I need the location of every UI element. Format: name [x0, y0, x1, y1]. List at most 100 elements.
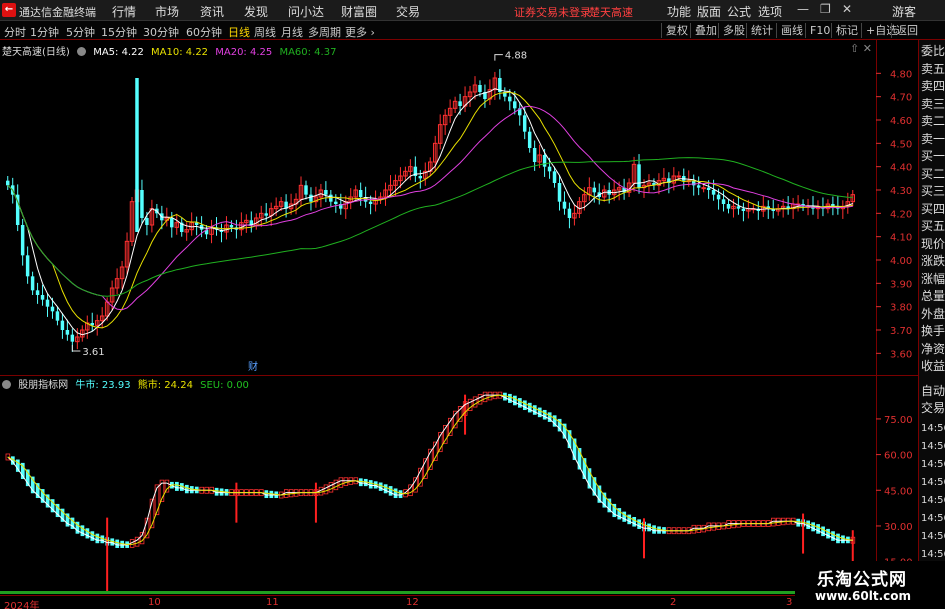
quote-item[interactable]: 卖四	[921, 79, 945, 93]
trade-item[interactable]: 交易	[921, 401, 945, 415]
bull-line	[7, 394, 853, 546]
quote-item[interactable]: 卖三	[921, 97, 945, 111]
bear-bar	[637, 519, 642, 529]
time-item: 14:56	[921, 459, 945, 470]
quote-item[interactable]: 涨幅	[921, 272, 945, 286]
quote-item[interactable]: 买二	[921, 167, 945, 181]
x-tick-oct: 10	[148, 597, 161, 608]
sub-tick-label: 45.00	[884, 486, 913, 497]
candle-down	[552, 171, 557, 183]
period-more-label: 更多	[345, 26, 367, 39]
adjust-button[interactable]: 复权	[661, 23, 688, 38]
quote-item[interactable]: 卖五	[921, 62, 945, 76]
candle-down	[50, 306, 55, 312]
period-daily[interactable]: 日线	[228, 24, 250, 40]
quote-item[interactable]: 总量	[921, 289, 945, 303]
price-tick-label: 3.70	[890, 326, 912, 337]
menu-wealth[interactable]: 财富圈	[341, 3, 377, 20]
menu-market[interactable]: 市场	[155, 3, 179, 20]
period-5min[interactable]: 5分钟	[66, 24, 95, 40]
bear-bar	[622, 511, 627, 522]
f10-button[interactable]: F10	[805, 23, 830, 38]
quote-item[interactable]: 卖一	[921, 132, 945, 146]
bear-bar	[513, 395, 517, 406]
trade-login-warning[interactable]: 证券交易未登录	[514, 4, 591, 20]
multi-stock-button[interactable]: 多股	[718, 23, 745, 38]
ma60-line	[7, 157, 853, 297]
period-weekly[interactable]: 周线	[254, 24, 276, 40]
quote-side-panel: 委比卖五卖四卖三卖二卖一买一买二买三买四买五现价涨跌涨幅总量外盘换手净资收益自动…	[918, 40, 945, 609]
draw-line-button[interactable]: 画线	[776, 23, 803, 38]
moving-averages	[7, 88, 853, 336]
statistics-button[interactable]: 统计	[746, 23, 773, 38]
candle-down	[60, 320, 65, 330]
trade-item[interactable]: 自动	[921, 384, 945, 398]
ma10-line	[7, 91, 853, 329]
quote-item[interactable]: 现价	[921, 237, 945, 251]
restore-icon[interactable]: ❐	[820, 2, 831, 16]
menu-discover[interactable]: 发现	[244, 3, 268, 20]
quote-item[interactable]: 买五	[921, 219, 945, 233]
period-more[interactable]: 更多 ›	[345, 24, 375, 40]
quote-item[interactable]: 卖二	[921, 114, 945, 128]
minimize-icon[interactable]: —	[797, 2, 809, 16]
time-item: 14:56	[921, 423, 945, 434]
quote-item[interactable]: 买一	[921, 149, 945, 163]
bear-bar	[393, 488, 398, 499]
menu-trade[interactable]: 交易	[396, 3, 420, 20]
candle-down	[557, 183, 562, 202]
app-logo-icon: ←	[2, 3, 16, 17]
bear-bar	[378, 482, 383, 491]
period-15min[interactable]: 15分钟	[101, 24, 137, 40]
quote-item[interactable]: 涨跌	[921, 254, 945, 268]
close-icon[interactable]: ✕	[842, 2, 852, 16]
menu-news[interactable]: 资讯	[200, 3, 224, 20]
quote-item[interactable]: 净资	[921, 342, 945, 356]
period-tick[interactable]: 分时	[4, 24, 26, 40]
candle-down	[716, 194, 721, 200]
candle-down	[741, 208, 746, 211]
candle-down	[696, 185, 701, 188]
bear-bar	[508, 393, 512, 403]
back-button[interactable]: 返回	[891, 23, 918, 38]
ma5-line	[7, 88, 853, 336]
candle-down	[25, 255, 30, 277]
period-60min[interactable]: 60分钟	[186, 24, 222, 40]
user-guest[interactable]: 游客	[892, 3, 916, 20]
menu-function[interactable]: 功能	[667, 3, 691, 20]
sub-frame	[0, 374, 877, 595]
candle-down	[368, 201, 373, 204]
period-30min[interactable]: 30分钟	[143, 24, 179, 40]
period-monthly[interactable]: 月线	[281, 24, 303, 40]
quote-item[interactable]: 换手	[921, 324, 945, 338]
bull-bar	[343, 477, 349, 486]
menu-ask[interactable]: 问小达	[288, 3, 324, 20]
sub-tick-label: 30.00	[884, 522, 913, 533]
candle-down	[542, 155, 547, 167]
mark-button[interactable]: 标记	[831, 23, 858, 38]
candle-down	[527, 131, 532, 148]
quote-item[interactable]: 收益	[921, 359, 945, 373]
watermark-url: www.60lt.com	[815, 589, 912, 603]
overlay-button[interactable]: 叠加	[690, 23, 717, 38]
period-multi[interactable]: 多周期	[308, 24, 341, 40]
price-tick-label: 4.30	[890, 186, 912, 197]
menu-layout[interactable]: 版面	[697, 3, 721, 20]
low-marker-label: 3.61	[82, 347, 104, 358]
quote-item[interactable]: 外盘	[921, 307, 945, 321]
menu-formula[interactable]: 公式	[727, 3, 751, 20]
candle-down	[532, 148, 537, 162]
period-1min[interactable]: 1分钟	[30, 24, 59, 40]
quote-item[interactable]: 买四	[921, 202, 945, 216]
bear-bar	[806, 520, 811, 529]
menu-quotes[interactable]: 行情	[112, 3, 136, 20]
price-tick-label: 4.80	[890, 69, 912, 80]
bear-bar	[527, 402, 532, 413]
indicator-chart[interactable]: 75.0060.0045.0030.0015.00	[0, 374, 918, 595]
price-tick-label: 4.10	[890, 233, 912, 244]
quote-item[interactable]: 委比	[921, 44, 945, 58]
quote-item[interactable]: 买三	[921, 184, 945, 198]
menu-options[interactable]: 选项	[758, 3, 782, 20]
candlestick-chart[interactable]: 4.80 4.70 4.60 4.50 4.40 4.30 4.20 4.10 4.00 3.90…	[0, 40, 918, 376]
bear-bar	[184, 484, 189, 494]
